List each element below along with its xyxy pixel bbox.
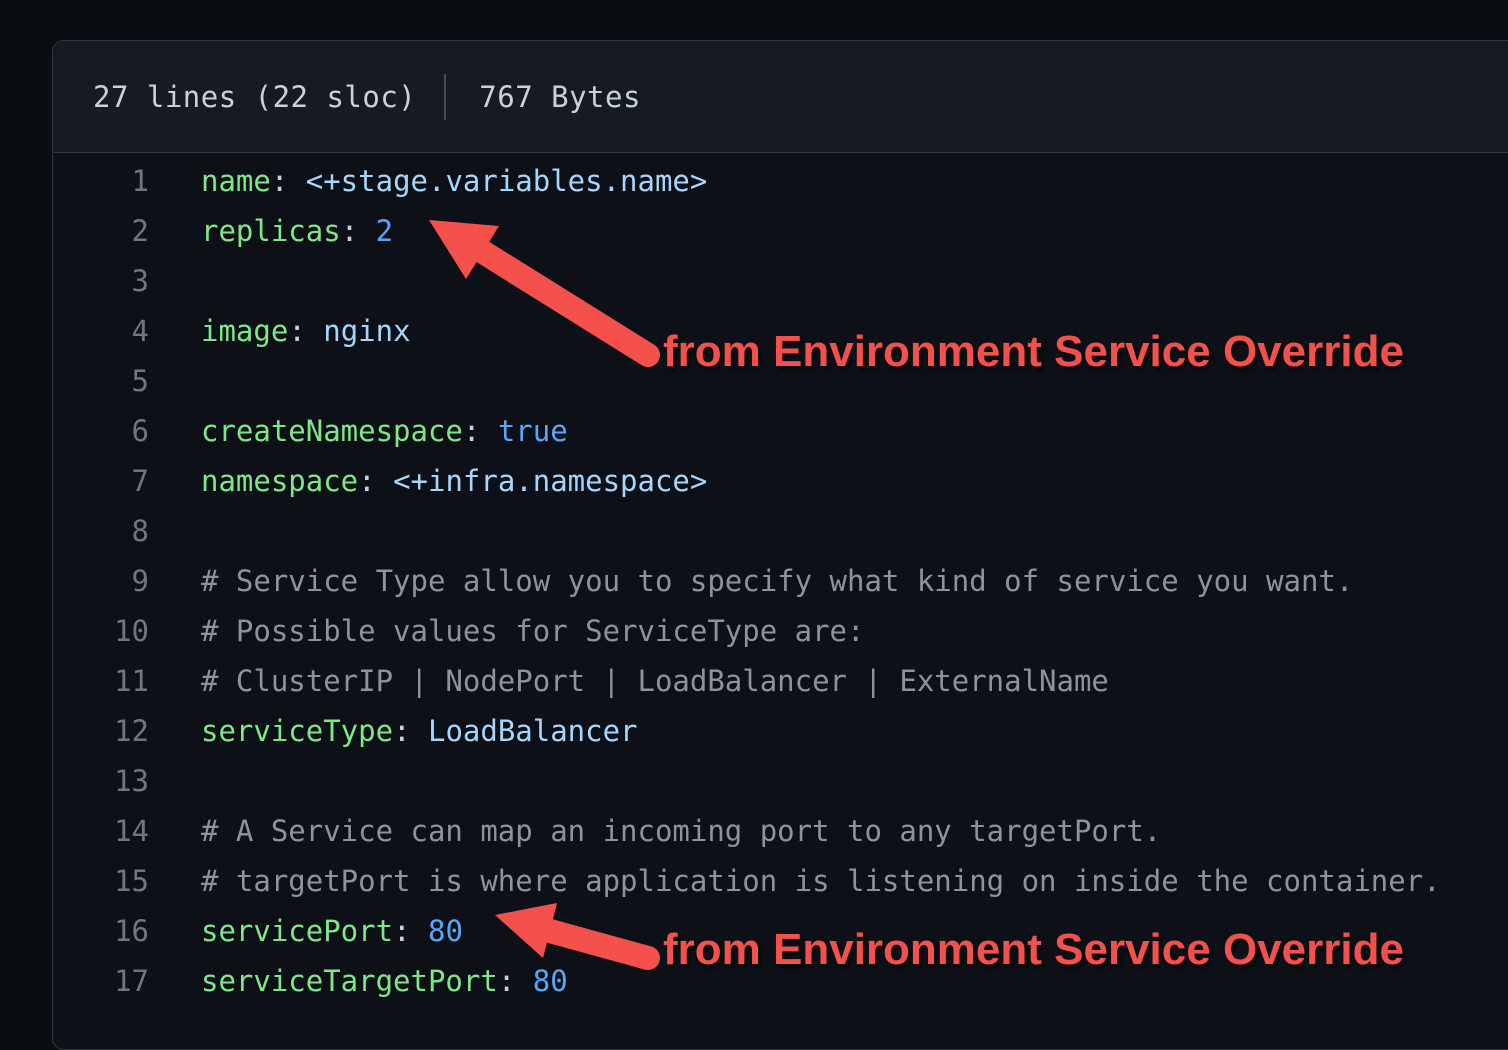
code-token: namespace [201,464,358,498]
code-token: servicePort [201,914,393,948]
code-line: 7namespace: <+infra.namespace> [53,456,1508,506]
line-number[interactable]: 9 [53,564,149,598]
code-token: # Service Type allow you to specify what… [201,564,1353,598]
line-number[interactable]: 2 [53,214,149,248]
code-token: LoadBalancer [428,714,638,748]
line-number[interactable]: 13 [53,764,149,798]
code-line: 9 # Service Type allow you to specify wha… [53,556,1508,606]
line-number[interactable]: 6 [53,414,149,448]
file-panel: 27 lines (22 sloc) 767 Bytes 1name: <+st… [52,40,1508,1050]
line-number[interactable]: 10 [53,614,149,648]
code-line-content: createNamespace: true [149,414,568,448]
line-number[interactable]: 4 [53,314,149,348]
code-token: name [201,164,271,198]
code-token: # A Service can map an incoming port to … [201,814,1161,848]
code-line-content: serviceTargetPort: 80 [149,964,568,998]
code-token: # Possible values for ServiceType are: [201,614,864,648]
line-number[interactable]: 1 [53,164,149,198]
code-token: image [201,314,288,348]
code-line-content: # A Service can map an incoming port to … [149,814,1161,848]
code-line: 10 # Possible values for ServiceType are: [53,606,1508,656]
code-token: : [341,214,376,248]
line-number[interactable]: 15 [53,864,149,898]
annotation-text-1: from Environment Service Override [663,328,1404,376]
code-line-content: # Possible values for ServiceType are: [149,614,864,648]
code-token: serviceType [201,714,393,748]
code-token: : [498,964,533,998]
code-line-content: # targetPort is where application is lis… [149,864,1441,898]
code-line: 3 [53,256,1508,306]
code-line: 13 [53,756,1508,806]
code-token: <+stage.variables.name> [306,164,708,198]
annotation-text-2: from Environment Service Override [663,926,1404,974]
code-line-content: namespace: <+infra.namespace> [149,464,707,498]
code-token: : [358,464,393,498]
code-line: 2replicas: 2 [53,206,1508,256]
code-token: 80 [428,914,463,948]
file-lines-info: 27 lines (22 sloc) [93,80,416,114]
code-token: : [463,414,498,448]
code-line-content: replicas: 2 [149,214,393,248]
code-token: <+infra.namespace> [393,464,707,498]
code-token: 2 [376,214,393,248]
code-line-content: # ClusterIP | NodePort | LoadBalancer | … [149,664,1109,698]
code-line: 8 [53,506,1508,556]
line-number[interactable]: 12 [53,714,149,748]
code-line: 11 # ClusterIP | NodePort | LoadBalancer … [53,656,1508,706]
header-divider [444,74,446,120]
code-line: 1name: <+stage.variables.name> [53,156,1508,206]
code-line: 6createNamespace: true [53,406,1508,456]
file-header: 27 lines (22 sloc) 767 Bytes [53,41,1508,153]
code-token: serviceTargetPort [201,964,498,998]
line-number[interactable]: 8 [53,514,149,548]
line-number[interactable]: 16 [53,914,149,948]
code-line: 15 # targetPort is where application is l… [53,856,1508,906]
code-line-content: name: <+stage.variables.name> [149,164,707,198]
code-line: 12serviceType: LoadBalancer [53,706,1508,756]
code-token: : [393,914,428,948]
code-token: : [288,314,323,348]
line-number[interactable]: 11 [53,664,149,698]
code-token: true [498,414,568,448]
line-number[interactable]: 5 [53,364,149,398]
code-area: 1name: <+stage.variables.name>2replicas:… [53,153,1508,1006]
code-token: : [393,714,428,748]
line-number[interactable]: 3 [53,264,149,298]
code-token: replicas [201,214,341,248]
code-token: createNamespace [201,414,463,448]
line-number[interactable]: 17 [53,964,149,998]
code-token: # ClusterIP | NodePort | LoadBalancer | … [201,664,1109,698]
code-line-content: serviceType: LoadBalancer [149,714,638,748]
code-token: : [271,164,306,198]
code-line-content: image: nginx [149,314,411,348]
line-number[interactable]: 14 [53,814,149,848]
file-size-info: 767 Bytes [479,80,641,114]
line-number[interactable]: 7 [53,464,149,498]
code-line-content: # Service Type allow you to specify what… [149,564,1353,598]
code-line-content: servicePort: 80 [149,914,463,948]
code-line: 14 # A Service can map an incoming port t… [53,806,1508,856]
code-token: nginx [323,314,410,348]
code-token: 80 [533,964,568,998]
code-token: # targetPort is where application is lis… [201,864,1441,898]
